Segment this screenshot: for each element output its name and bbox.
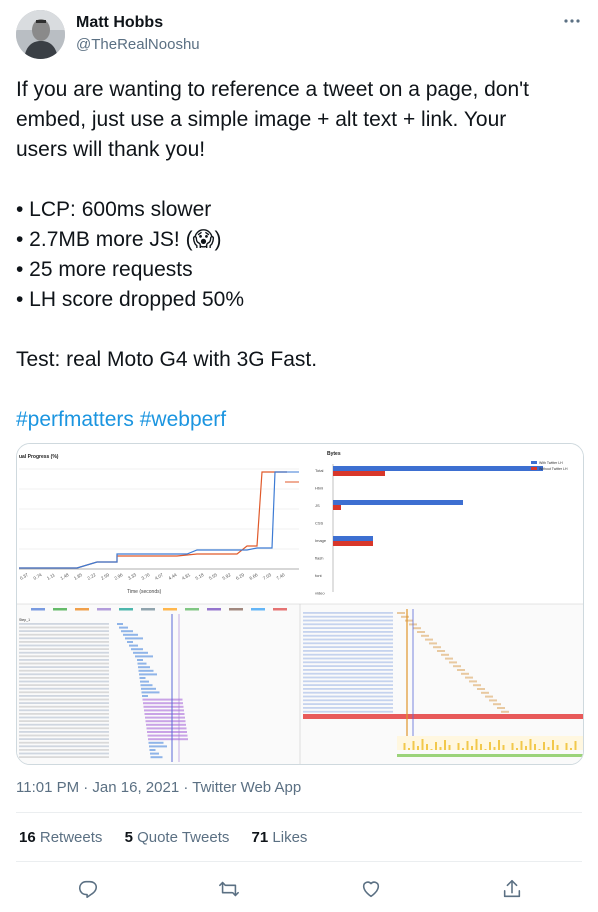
category-label: font	[315, 573, 323, 578]
bar-total-without	[333, 471, 385, 476]
tweet-line: If you are wanting to reference a tweet …	[16, 78, 530, 101]
category-label: video	[315, 591, 325, 596]
retweets-stat[interactable]: 16 Retweets	[19, 829, 102, 846]
avatar-photo	[16, 10, 65, 59]
likes-stat[interactable]: 71 Likes	[252, 829, 308, 846]
tweet-media-image[interactable]: ual Progress (%) 0.37 0.74 1.11 1.48 1.85 2.2…	[16, 443, 584, 765]
bar-image-with	[333, 536, 373, 541]
tweet-stats: 16 Retweets 5 Quote Tweets 71 Likes	[19, 829, 325, 846]
more-options-icon[interactable]	[560, 12, 584, 36]
hashtag-perfmatters[interactable]: #perfmatters	[16, 408, 134, 431]
category-label: CSS	[315, 521, 324, 526]
divider	[16, 812, 582, 813]
bytes-chart-title: Bytes	[327, 451, 341, 457]
tweet-text: If you are wanting to reference a tweet …	[16, 75, 582, 435]
category-label: Image	[315, 538, 327, 543]
bar-total-with	[333, 466, 543, 471]
quotes-label: Quote Tweets	[137, 829, 230, 846]
author-name[interactable]: Matt Hobbs	[76, 14, 163, 32]
retweets-count: 16	[19, 829, 36, 846]
bullet-lcp: • LCP: 600ms slower	[16, 198, 212, 221]
category-label: Html	[315, 486, 323, 491]
progress-chart-xlabel: Time (seconds)	[127, 589, 162, 595]
tweet-metadata: 11:01 PM · Jan 16, 2021 · Twitter Web Ap…	[16, 779, 301, 796]
tweet-source-app[interactable]: Twitter Web App	[192, 779, 301, 796]
retweets-label: Retweets	[39, 829, 103, 846]
likes-count: 71	[251, 829, 269, 846]
tweet-line: embed, just use a simple image + alt tex…	[16, 108, 507, 131]
bullet-lh-score: • LH score dropped 50%	[16, 288, 244, 311]
waterfall-step-label: Step_1	[19, 618, 30, 622]
hashtag-webperf[interactable]: #webperf	[140, 408, 226, 431]
avatar[interactable]	[16, 10, 65, 59]
tweet-actions	[0, 876, 598, 902]
test-line: Test: real Moto G4 with 3G Fast.	[16, 348, 318, 371]
bullet-requests: • 25 more requests	[16, 258, 193, 281]
category-label: flash	[315, 556, 323, 561]
highlight-row	[303, 714, 583, 719]
category-label: JS	[315, 503, 320, 508]
reply-icon[interactable]	[75, 876, 101, 902]
tweet-timestamp[interactable]: 11:01 PM · Jan 16, 2021 ·	[16, 779, 192, 796]
likes-label: Likes	[272, 829, 308, 846]
share-icon[interactable]	[499, 876, 525, 902]
bar-image-without	[333, 541, 373, 546]
bar-js-without	[333, 505, 341, 510]
bar-js-with	[333, 500, 463, 505]
legend-without: Without Twitter LH	[539, 467, 568, 471]
tweet-line: users will thank you!	[16, 138, 206, 161]
quote-tweets-stat[interactable]: 5 Quote Tweets	[125, 829, 230, 846]
author-handle[interactable]: @TheRealNooshu	[76, 36, 200, 53]
legend-with: With Twitter LH	[539, 461, 563, 465]
like-icon[interactable]	[358, 876, 384, 902]
divider	[16, 861, 582, 862]
quotes-count: 5	[124, 829, 133, 846]
category-label: Total	[315, 468, 324, 473]
progress-chart-title: ual Progress (%)	[19, 454, 59, 460]
bullet-js: • 2.7MB more JS! (😱)	[16, 228, 222, 251]
performance-comparison-image: ual Progress (%) 0.37 0.74 1.11 1.48 1.85 2.2…	[17, 444, 583, 764]
retweet-icon[interactable]	[216, 876, 242, 902]
